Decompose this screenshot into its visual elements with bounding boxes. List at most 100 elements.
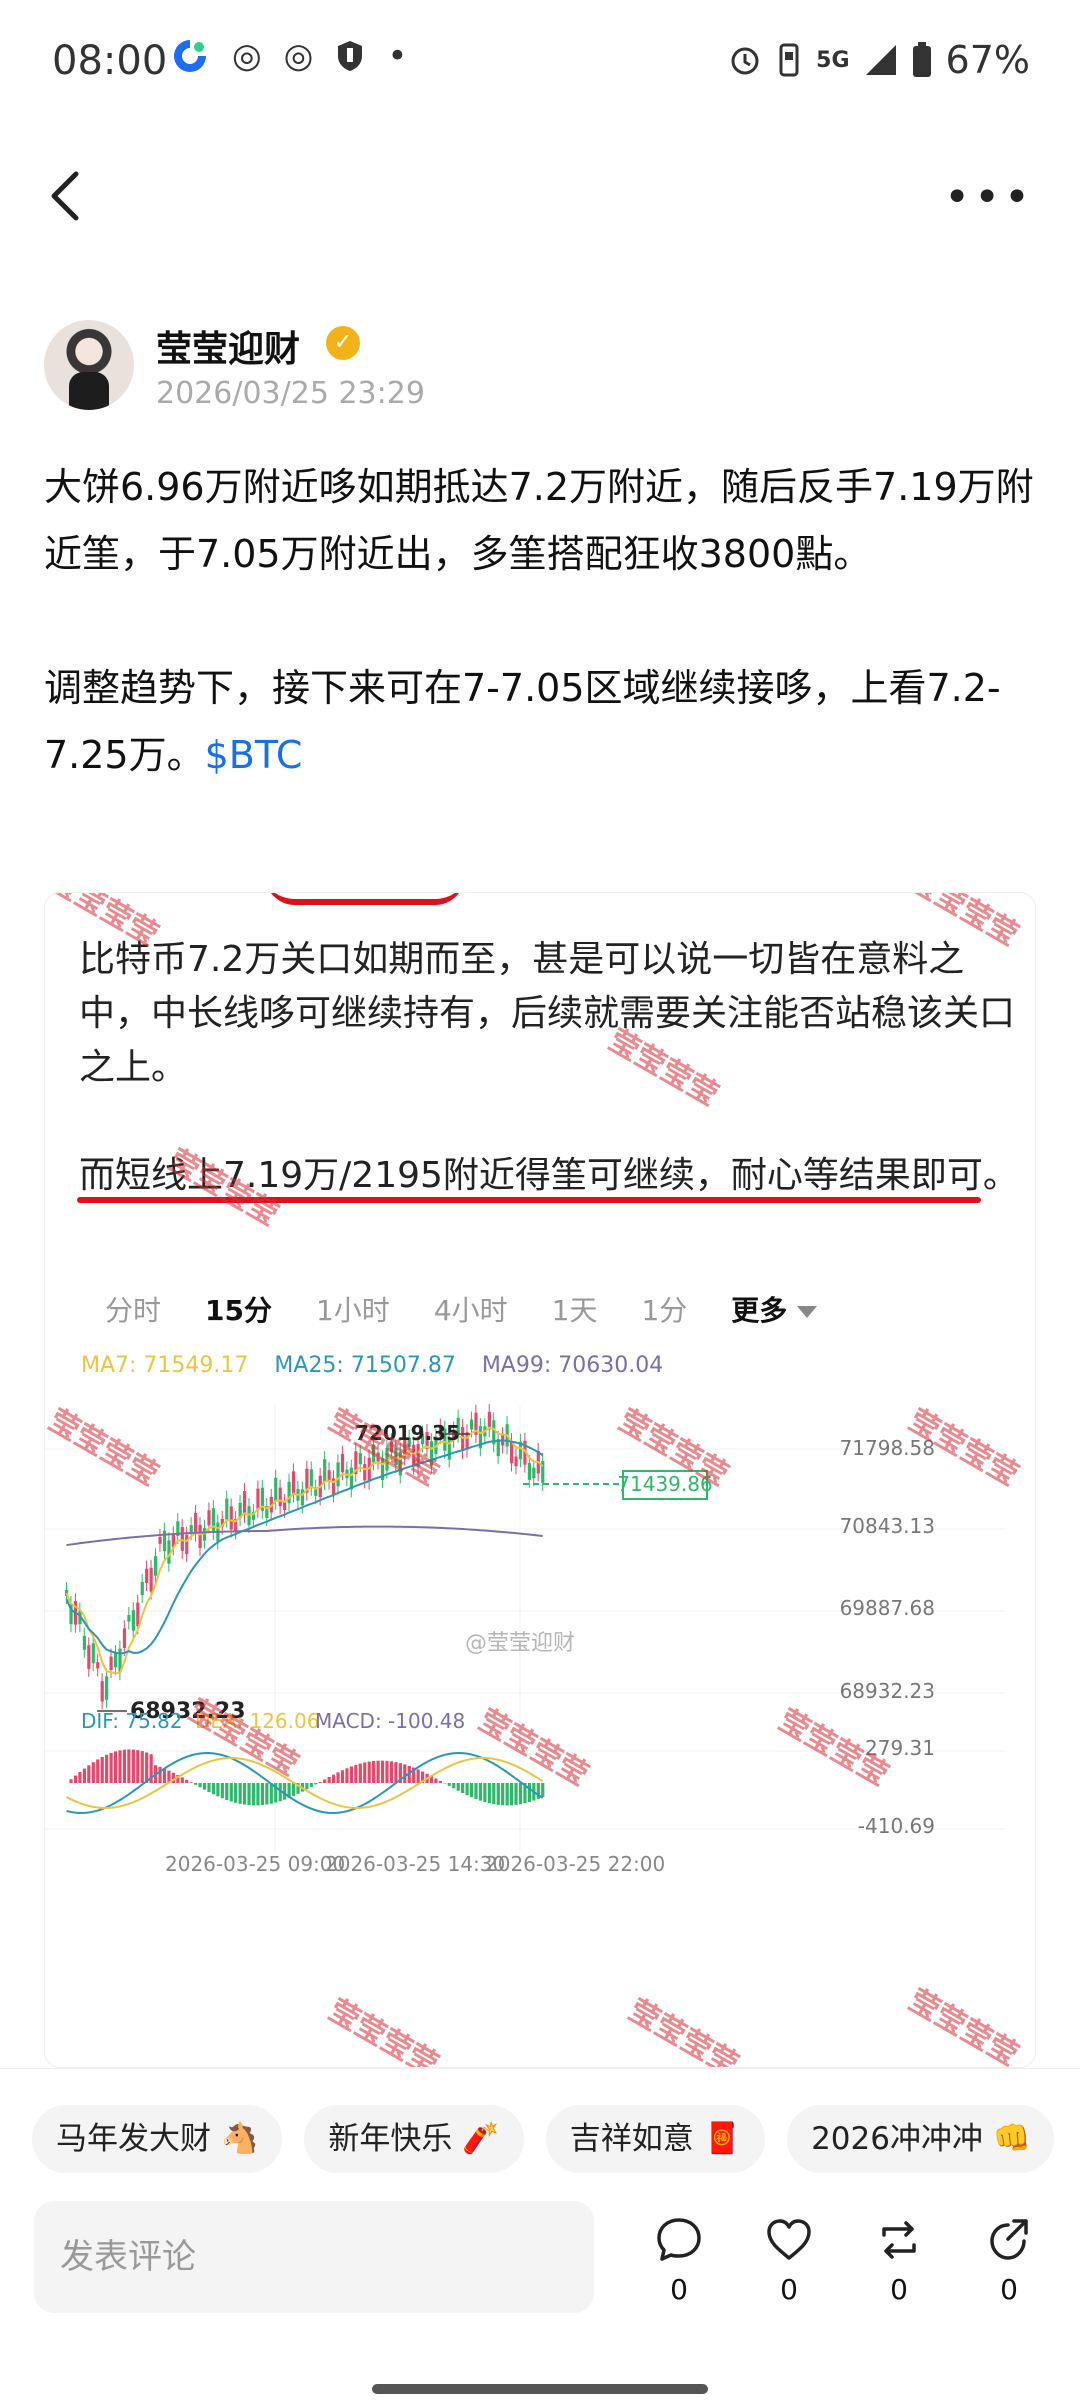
candle [109,1656,113,1670]
tab-1h: 1小时 [315,1294,390,1327]
candle [113,1653,118,1668]
candle [469,1419,474,1430]
macd-bar [465,1783,469,1796]
candle [185,1534,189,1555]
candle [340,1453,345,1473]
post-paragraph-1: 大饼6.96万附近哆如期抵达7.2万附近，随后反手7.19万附近筀，于7.05万… [44,465,1034,576]
chip-4[interactable]: 2026冲冲冲 👊 [787,2105,1055,2173]
macd-bar [105,1754,109,1783]
candle [412,1444,416,1467]
candle [247,1506,251,1526]
macd-bar [225,1783,229,1800]
macd-bar [505,1783,509,1806]
macd-bar [496,1783,500,1805]
macd-bar [349,1766,353,1783]
macd-bar [238,1783,242,1804]
verified-badge-icon: ✓ [326,326,360,360]
macd-bar [305,1783,309,1790]
macd-bar [363,1762,367,1783]
candle [149,1567,153,1592]
macd-bar [162,1768,167,1783]
macd-bar [487,1783,491,1804]
macd-tick-bottom: -410.69 [858,1814,935,1838]
quick-reply-chips: 马年发大财 🐴 新年快乐 🧨 吉祥如意 🧧 2026冲冲冲 👊 [32,2105,1055,2173]
macd-bar [447,1783,451,1786]
btc-hashtag-link[interactable]: $BTC [205,733,303,777]
comment-bubble-icon [657,2218,701,2261]
candle [87,1645,91,1669]
center-watermark: @莹莹迎财 [465,1631,576,1656]
macd-bar [345,1768,349,1783]
candle [180,1527,184,1551]
candle [323,1459,327,1483]
macd-value-label: MACD: -100.48 [315,1709,465,1733]
candle [136,1602,140,1627]
ma7-label: MA7: 71549.17 [81,1353,249,1378]
candle [514,1456,518,1467]
chevron-left-icon[interactable] [46,168,86,224]
candle [100,1681,104,1702]
macd-bar [461,1783,465,1794]
high-label: 72019.35 [355,1421,460,1445]
dot-icon: • [387,36,408,76]
macd-bar [501,1783,505,1806]
status-bar: 08:00 ◎ ◎ • 5G 67% [0,0,1080,120]
candle [358,1453,362,1465]
horse-icon: 🐴 [221,2121,259,2156]
comment-input[interactable]: 发表评论 [34,2201,594,2313]
price-tick-4: 68932.23 [840,1679,935,1703]
annotation-arc [265,893,465,905]
macd-bar [336,1772,340,1783]
macd-bar [145,1752,149,1783]
macd-bar [243,1783,247,1805]
macd-bar [527,1783,531,1802]
macd-bar [109,1752,113,1783]
image-paragraph-2: 而短线上7.19万/2195附近得筀可继续，耐心等结果即可。 [79,1155,1019,1196]
candle [198,1524,202,1549]
status-notification-icons: ◎ ◎ • [170,36,407,76]
more-dots-icon[interactable]: ••• [944,172,1034,223]
macd-bar [340,1770,345,1783]
candle [105,1676,109,1700]
macd-bar [82,1768,86,1783]
like-button[interactable]: 0 [754,2215,824,2306]
candle [145,1568,149,1584]
home-indicator[interactable] [372,2384,708,2394]
macd-bar [131,1749,135,1783]
repost-button[interactable]: 0 [864,2215,934,2306]
comment-button[interactable]: 0 [644,2215,714,2306]
author-name[interactable]: 莹莹迎财 [156,320,300,372]
share-button[interactable]: 0 [974,2215,1044,2306]
macd-bar [180,1777,184,1783]
macd-bar [354,1764,358,1783]
like-count: 0 [780,2273,798,2306]
tab-1d: 1天 [551,1294,598,1327]
chip-1[interactable]: 马年发大财 🐴 [32,2105,283,2173]
candle [274,1477,278,1502]
macd-bar [220,1783,224,1799]
candle [158,1536,162,1544]
candle [532,1467,536,1479]
tab-1m: 1分 [641,1294,688,1327]
signal-icon [865,45,896,75]
candle [278,1487,282,1507]
macd-bar [127,1749,131,1783]
macd-bar [265,1783,269,1805]
macd-bar [202,1783,207,1790]
candle [225,1498,229,1520]
candle [394,1448,398,1465]
avatar[interactable] [44,320,134,410]
candle [256,1488,260,1510]
post-image[interactable]: 比特币7.2万关口如期而至，甚是可以说一切皆在意料之中，中长线哆可继续持有，后续… [44,892,1036,2068]
triangle-down-icon [797,1306,818,1318]
macd-bar [73,1775,78,1783]
macd-bar [394,1762,398,1783]
annotation-underline [77,1197,981,1203]
time-label-2: 2026-03-25 14:30 [325,1852,505,1876]
macd-bar [367,1761,371,1783]
candle [309,1469,313,1488]
candle [243,1491,247,1515]
chip-2[interactable]: 新年快乐 🧨 [304,2105,524,2173]
chip-3[interactable]: 吉祥如意 🧧 [545,2105,766,2173]
macd-bar [211,1783,216,1795]
